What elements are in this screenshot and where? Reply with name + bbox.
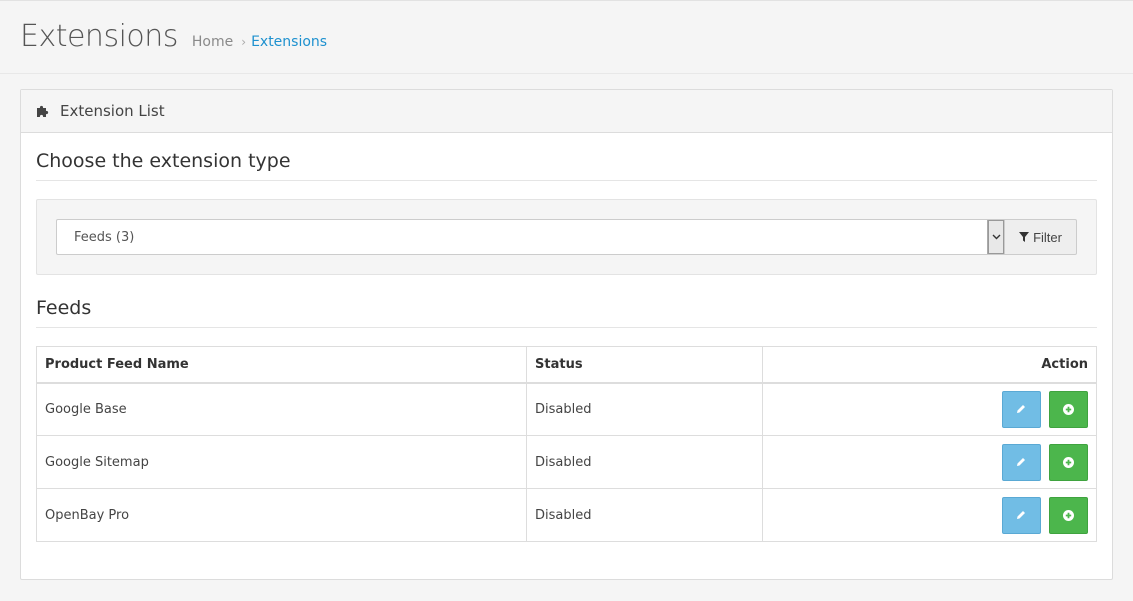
row-actions <box>762 382 1097 436</box>
page-header: Extensions Home › Extensions <box>0 1 1133 74</box>
breadcrumb-extensions-link[interactable]: Extensions <box>251 34 327 50</box>
row-name: OpenBay Pro <box>36 488 527 542</box>
funnel-icon <box>1019 232 1030 242</box>
pencil-icon <box>1017 405 1026 414</box>
choose-type-title: Choose the extension type <box>36 150 1097 181</box>
page-title: Extensions <box>20 19 178 54</box>
column-header-name: Product Feed Name <box>36 346 527 384</box>
row-status: Disabled <box>526 435 763 489</box>
pencil-icon <box>1017 458 1026 466</box>
breadcrumb-home-link[interactable]: Home <box>192 34 233 50</box>
table-row: OpenBay Pro Disabled <box>36 488 1097 542</box>
plus-circle-icon <box>1063 509 1074 521</box>
table-header-row: Product Feed Name Status Action <box>36 346 1097 384</box>
panel-body: Choose the extension type Feeds (3) Filt… <box>21 150 1112 542</box>
column-header-status: Status <box>526 346 763 384</box>
row-actions <box>762 488 1097 542</box>
filter-well: Feeds (3) Filter <box>36 199 1097 275</box>
column-header-action: Action <box>762 346 1097 384</box>
install-button[interactable] <box>1049 390 1088 428</box>
extensions-table: Product Feed Name Status Action Google B… <box>36 346 1097 542</box>
install-button[interactable] <box>1049 443 1088 481</box>
plus-circle-icon <box>1063 456 1074 468</box>
edit-button[interactable] <box>1001 390 1041 428</box>
panel-heading-label: Extension List <box>60 102 165 120</box>
pencil-icon <box>1017 511 1026 519</box>
panel-heading: Extension List <box>21 90 1112 133</box>
breadcrumb: Home › Extensions <box>192 34 327 50</box>
puzzle-piece-icon <box>36 104 50 118</box>
edit-button[interactable] <box>1001 443 1041 481</box>
filter-button[interactable]: Filter <box>1005 219 1077 255</box>
extension-type-select-value: Feeds (3) <box>74 229 135 245</box>
breadcrumb-separator: › <box>241 35 247 49</box>
extension-list-panel: Extension List Choose the extension type… <box>20 89 1113 580</box>
row-name: Google Base <box>36 382 527 436</box>
extension-type-select[interactable]: Feeds (3) <box>56 219 1006 255</box>
install-button[interactable] <box>1049 496 1088 534</box>
table-row: Google Sitemap Disabled <box>36 435 1097 489</box>
row-status: Disabled <box>526 382 763 436</box>
row-name: Google Sitemap <box>36 435 527 489</box>
row-actions <box>762 435 1097 489</box>
row-status: Disabled <box>526 488 763 542</box>
plus-circle-icon <box>1063 403 1074 415</box>
filter-button-label: Filter <box>1033 229 1062 245</box>
chevron-down-icon[interactable] <box>987 220 1005 254</box>
table-row: Google Base Disabled <box>36 382 1097 436</box>
edit-button[interactable] <box>1001 496 1041 534</box>
feeds-title: Feeds <box>36 297 1097 328</box>
